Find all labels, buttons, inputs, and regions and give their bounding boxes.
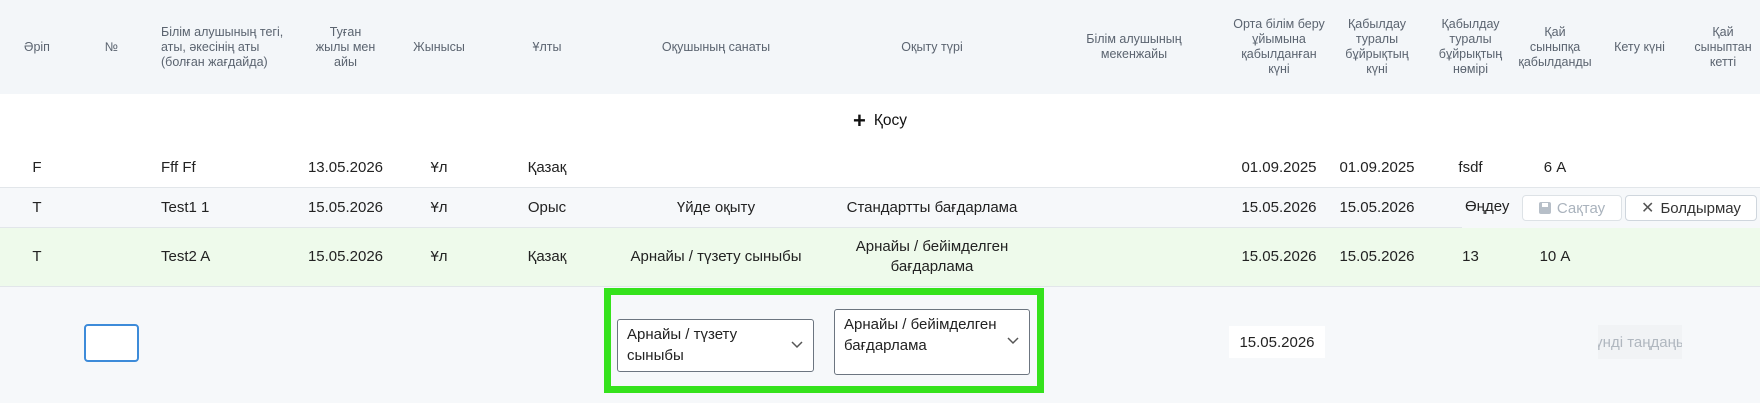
cell-nationality: Қазақ	[527, 248, 567, 265]
cell-admit-date: 15.05.2026	[1241, 248, 1317, 265]
cell-order-number: 13	[1462, 248, 1479, 265]
cell-birth: 13.05.2026	[307, 158, 384, 176]
col-header-leave-date[interactable]: Кету күні	[1593, 0, 1686, 94]
table-row[interactable]: F Fff Ff 13.05.2026 Ұл Қазақ 01.09.2025 …	[0, 148, 1760, 188]
cell-class: 10 А	[1539, 248, 1571, 265]
table-row[interactable]: Т Test2 A 15.05.2026 Ұл Қазақ Арнайы / т…	[0, 228, 1760, 287]
cell-leave-date	[1593, 228, 1686, 286]
cell-birth: 15.05.2026	[307, 198, 384, 216]
col-header-admit-date[interactable]: Орта білім беру ұйымына қабылданған күні	[1228, 0, 1330, 94]
cell-gender: Ұл	[430, 158, 448, 176]
cell-gender: Ұл	[430, 248, 448, 265]
cell-name: Test1 1	[161, 198, 210, 216]
cell-letter: Т	[32, 248, 42, 265]
add-button-label: Қосу	[873, 112, 907, 129]
close-icon: ✕	[1641, 200, 1655, 217]
table-header: Әріп № Білім алушының тегі, аты, әкесіні…	[0, 0, 1760, 95]
cell-name: Fff Ff	[161, 158, 196, 176]
row-actions-panel: Өңдеу Сақтау ✕ Болдырмау	[1462, 188, 1760, 228]
cell-number	[74, 228, 149, 286]
cell-training: Стандартты бағдарлама	[846, 198, 1018, 216]
cell-admit-date: 01.09.2025	[1241, 158, 1317, 176]
col-header-birth[interactable]: Туған жылы мен айы	[299, 0, 392, 94]
col-header-category[interactable]: Оқушының санаты	[608, 0, 824, 94]
cell-address	[1040, 188, 1228, 227]
training-select[interactable]: Арнайы / бейімделген бағдарлама	[834, 309, 1030, 375]
chevron-down-icon	[791, 340, 803, 348]
category-select[interactable]: Арнайы / түзету сыныбы	[617, 319, 814, 372]
cell-training	[824, 148, 1040, 187]
cell-letter: F	[32, 158, 42, 176]
save-button[interactable]: Сақтау	[1522, 195, 1622, 221]
cell-order-date: 15.05.2026	[1339, 198, 1415, 216]
category-select-value: Арнайы / түзету сыныбы	[627, 326, 738, 364]
cell-leave-class	[1686, 148, 1760, 187]
admit-date-input[interactable]: 15.05.2026	[1229, 326, 1325, 358]
col-header-fullname[interactable]: Білім алушының тегі, аты, әкесінің аты (…	[149, 0, 299, 94]
cell-order-number: fsdf	[1458, 158, 1483, 176]
cell-admit-date: 15.05.2026	[1241, 198, 1317, 216]
cell-class: 6 А	[1543, 158, 1567, 176]
table-row[interactable]: Т Test1 1 15.05.2026 Ұл Орыс Үйде оқыту …	[0, 188, 1760, 228]
cell-number	[74, 188, 149, 227]
col-header-address[interactable]: Білім алушының мекенжайы	[1040, 0, 1228, 94]
cancel-button-label: Болдырмау	[1660, 199, 1741, 217]
cell-name: Test2 A	[161, 248, 211, 265]
col-header-order-date[interactable]: Қабылдау туралы бұйрықтың күні	[1330, 0, 1424, 94]
cell-category	[608, 148, 824, 187]
save-button-label: Сақтау	[1556, 199, 1606, 217]
plus-icon: +	[852, 108, 866, 133]
col-header-order-number[interactable]: Қабылдау туралы бұйрықтың нөмірі	[1424, 0, 1517, 94]
cell-training: Арнайы / бейімделген бағдарлама	[855, 238, 1009, 275]
add-button[interactable]: + Қосу	[852, 108, 907, 133]
col-header-gender[interactable]: Жынысы	[392, 0, 486, 94]
cell-category: Үйде оқыту	[676, 198, 756, 216]
col-header-letter[interactable]: Әріп	[0, 0, 74, 94]
cell-nationality: Қазақ	[527, 158, 567, 176]
cell-leave-date	[1593, 148, 1686, 187]
training-select-value: Арнайы / бейімделген бағдарлама	[844, 316, 997, 354]
leave-date-picker[interactable]: Күнді таңдаңыз	[1598, 325, 1682, 359]
cell-address	[1040, 228, 1228, 286]
col-header-number[interactable]: №	[74, 0, 149, 94]
cell-category: Арнайы / түзету сыныбы	[630, 248, 802, 265]
number-input[interactable]	[84, 324, 139, 362]
col-header-nationality[interactable]: Ұлты	[486, 0, 608, 94]
cell-letter: Т	[32, 198, 42, 216]
save-disk-icon	[1538, 202, 1551, 214]
cell-number	[74, 148, 149, 187]
col-header-class[interactable]: Қай сыныпқа қабылданды	[1517, 0, 1593, 94]
cell-order-date: 15.05.2026	[1339, 248, 1415, 265]
col-header-leave-class[interactable]: Қай сыныптан кетті	[1686, 0, 1760, 94]
cell-birth: 15.05.2026	[307, 248, 384, 265]
edit-row: Арнайы / түзету сыныбы Арнайы / бейімдел…	[0, 287, 1760, 403]
cancel-button[interactable]: ✕ Болдырмау	[1625, 195, 1757, 221]
cell-nationality: Орыс	[527, 198, 567, 216]
add-row: + Қосу	[0, 94, 1760, 149]
col-header-training[interactable]: Оқыту түрі	[824, 0, 1040, 94]
cell-leave-class	[1686, 228, 1760, 286]
cell-address	[1040, 148, 1228, 187]
cell-order-date: 01.09.2025	[1339, 158, 1415, 176]
edit-button[interactable]: Өңдеу	[1465, 198, 1509, 215]
chevron-down-icon	[1007, 337, 1019, 345]
cell-gender: Ұл	[430, 198, 448, 216]
